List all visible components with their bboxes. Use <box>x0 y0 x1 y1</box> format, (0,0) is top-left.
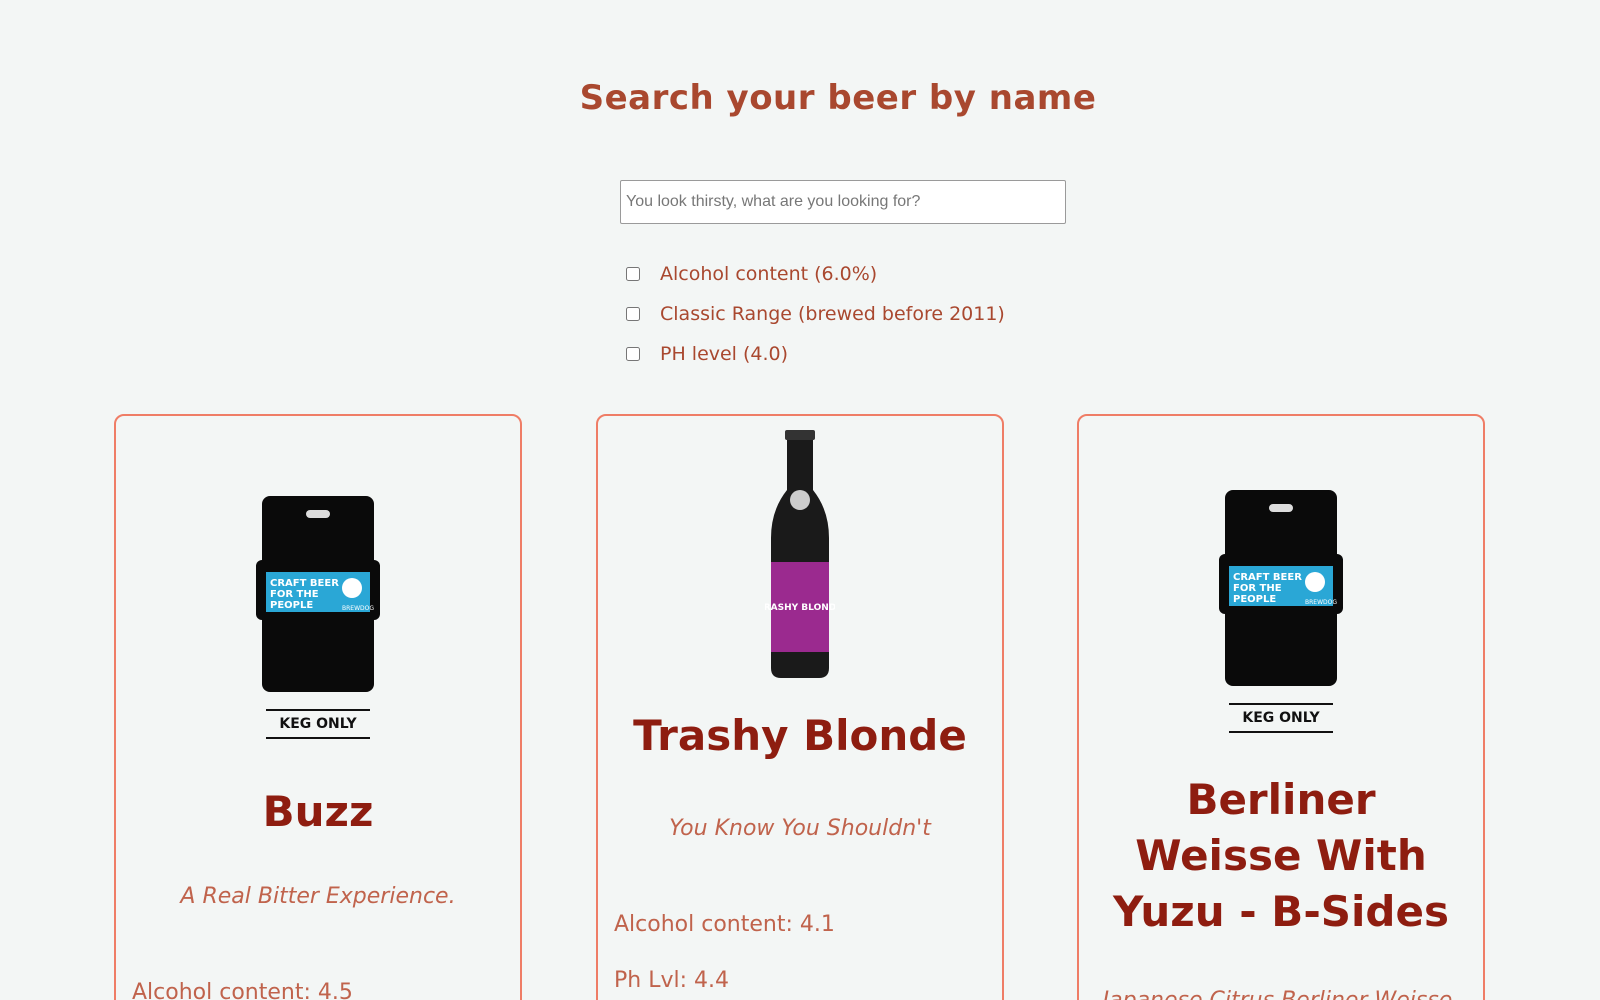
keg-band-text: FOR THE <box>1233 583 1282 594</box>
keg-band-text: PEOPLE <box>1233 594 1276 605</box>
filter-label: Alcohol content (6.0%) <box>660 263 878 285</box>
filter-label: PH level (4.0) <box>660 343 789 365</box>
beer-search-page: Search your beer by name Alcohol content… <box>0 0 1600 1000</box>
keg-label-text: KEG ONLY <box>1242 710 1320 726</box>
keg-band-text: PEOPLE <box>270 600 313 611</box>
keg-band-text: FOR THE <box>270 589 319 600</box>
keg-band-text: CRAFT BEER <box>270 578 339 589</box>
beer-tagline: You Know You Shouldn't <box>669 816 931 841</box>
beer-name: Buzz <box>262 787 374 836</box>
beer-card[interactable]: CRAFT BEER FOR THE PEOPLE BREWDOG KEG ON… <box>1077 414 1485 1000</box>
bottle-icon: TRASHY BLONDE <box>598 430 1002 680</box>
filter-classic-range-checkbox[interactable] <box>626 307 640 321</box>
keg-icon: CRAFT BEER FOR THE PEOPLE BREWDOG KEG ON… <box>1079 490 1483 740</box>
beer-tagline: Japanese Citrus Berliner Weisse. <box>1089 988 1473 1000</box>
filter-alcohol-content[interactable]: Alcohol content (6.0%) <box>624 254 1005 294</box>
filter-alcohol-content-checkbox[interactable] <box>626 267 640 281</box>
page-title: Search your beer by name <box>579 78 1097 118</box>
keg-band-text: CRAFT BEER <box>1233 572 1302 583</box>
keg-brand-text: BREWDOG <box>1305 599 1337 606</box>
beer-ph-level: Ph Lvl: 4.4 <box>614 968 729 993</box>
keg-label-text: KEG ONLY <box>279 716 357 732</box>
keg-icon: CRAFT BEER FOR THE PEOPLE BREWDOG KEG ON… <box>116 496 520 746</box>
keg-brand-text: BREWDOG <box>342 605 374 612</box>
filter-ph-level[interactable]: PH level (4.0) <box>624 334 1005 374</box>
search-input[interactable] <box>620 180 1066 224</box>
filter-label: Classic Range (brewed before 2011) <box>660 303 1005 325</box>
filter-list: Alcohol content (6.0%) Classic Range (br… <box>624 254 1005 374</box>
bottle-label-text: TRASHY BLONDE <box>765 603 835 613</box>
beer-name: Trashy Blonde <box>633 711 967 760</box>
filter-ph-level-checkbox[interactable] <box>626 347 640 361</box>
beer-card[interactable]: TRASHY BLONDE Trashy Blonde You Know You… <box>596 414 1004 1000</box>
beer-card[interactable]: CRAFT BEER FOR THE PEOPLE BREWDOG KEG ON… <box>114 414 522 1000</box>
beer-tagline: A Real Bitter Experience. <box>180 884 456 909</box>
beer-alcohol-content: Alcohol content: 4.1 <box>614 912 835 937</box>
beer-name: Berliner Weisse With Yuzu - B-Sides <box>1113 775 1449 936</box>
filter-classic-range[interactable]: Classic Range (brewed before 2011) <box>624 294 1005 334</box>
beer-alcohol-content: Alcohol content: 4.5 <box>132 980 353 1000</box>
